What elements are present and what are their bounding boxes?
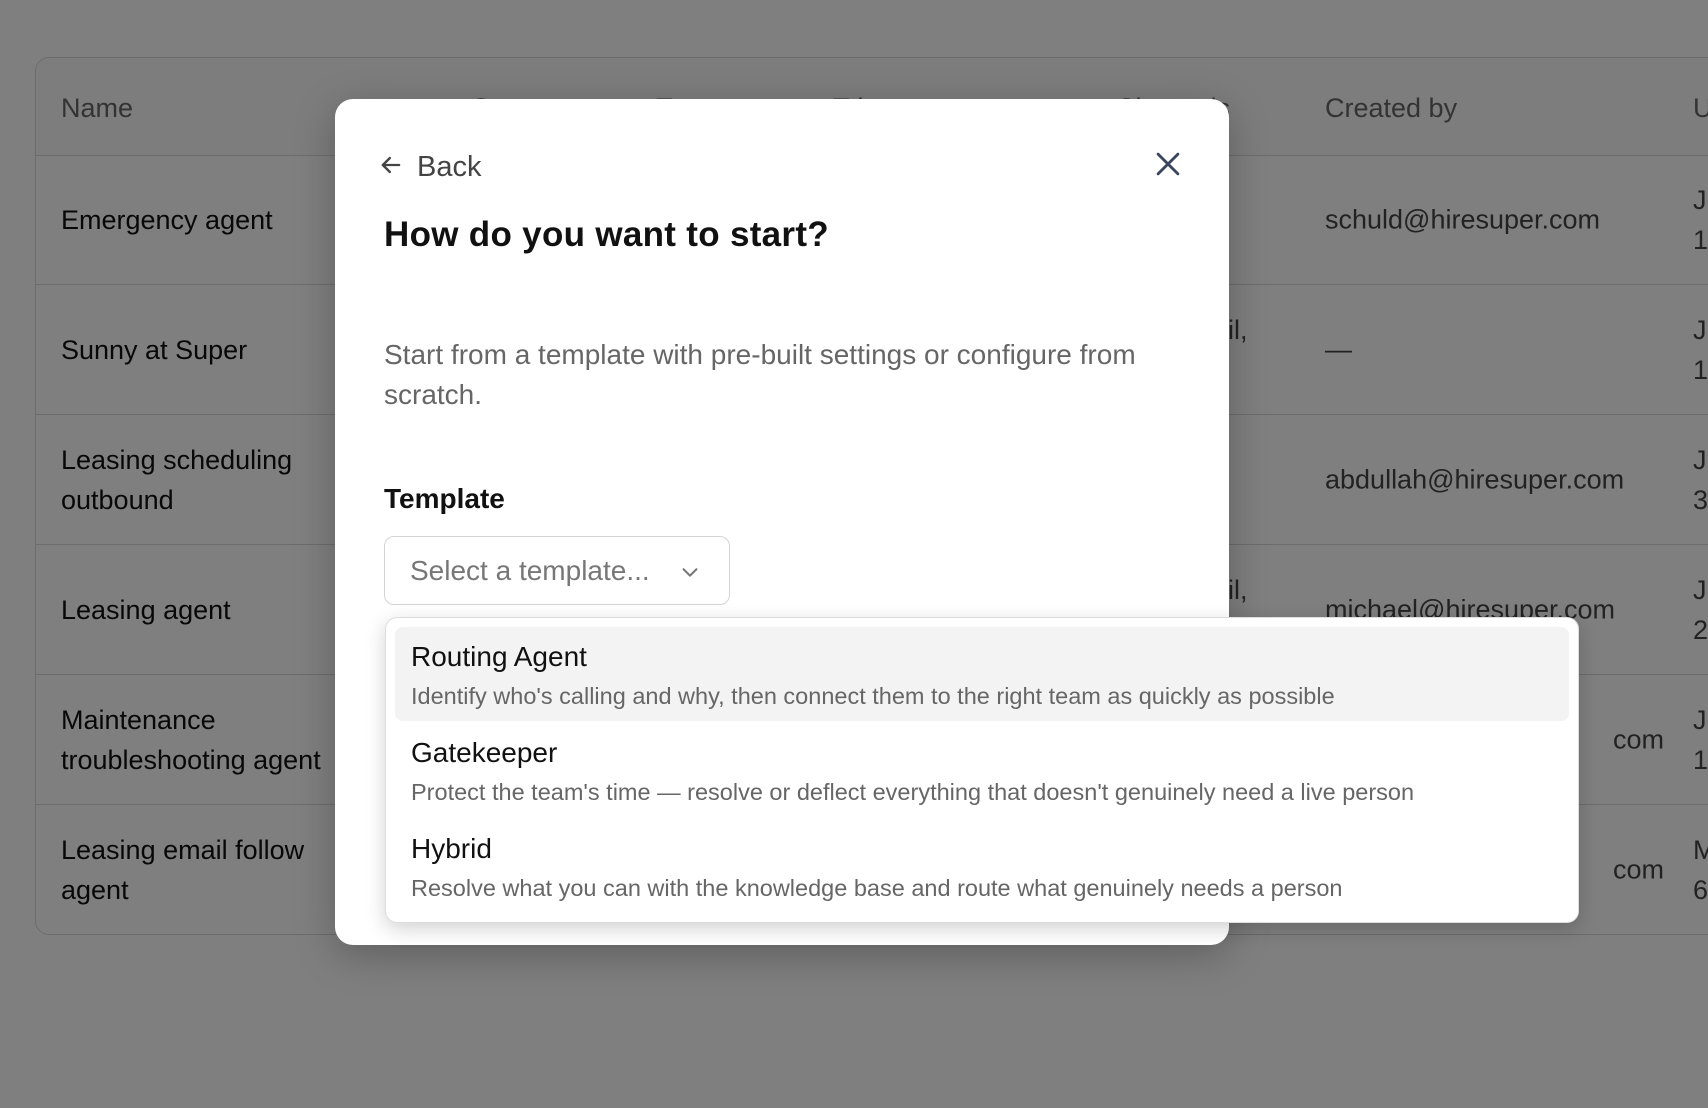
option-title: Routing Agent bbox=[411, 641, 587, 672]
modal-title: How do you want to start? bbox=[384, 215, 829, 254]
arrow-left-icon bbox=[377, 151, 405, 184]
template-option-gatekeeper[interactable]: Gatekeeper Protect the team's time — res… bbox=[395, 723, 1569, 817]
close-button[interactable] bbox=[1151, 147, 1185, 181]
back-button[interactable]: Back bbox=[377, 147, 481, 187]
template-option-hybrid[interactable]: Hybrid Resolve what you can with the kno… bbox=[395, 819, 1569, 913]
template-select[interactable]: Select a template... bbox=[384, 536, 730, 605]
option-title: Hybrid bbox=[411, 833, 492, 864]
template-label: Template bbox=[384, 483, 505, 514]
modal-description: Start from a template with pre-built set… bbox=[384, 339, 1136, 410]
option-title: Gatekeeper bbox=[411, 737, 558, 768]
option-description: Identify who's calling and why, then con… bbox=[411, 683, 1335, 709]
back-label: Back bbox=[417, 150, 482, 183]
option-description: Resolve what you can with the knowledge … bbox=[411, 875, 1343, 901]
option-description: Protect the team's time — resolve or def… bbox=[411, 779, 1415, 805]
template-option-routing-agent[interactable]: Routing Agent Identify who's calling and… bbox=[395, 627, 1569, 721]
template-select-placeholder: Select a template... bbox=[410, 554, 650, 586]
template-dropdown-menu: Routing Agent Identify who's calling and… bbox=[385, 617, 1579, 923]
close-icon bbox=[1151, 152, 1185, 185]
